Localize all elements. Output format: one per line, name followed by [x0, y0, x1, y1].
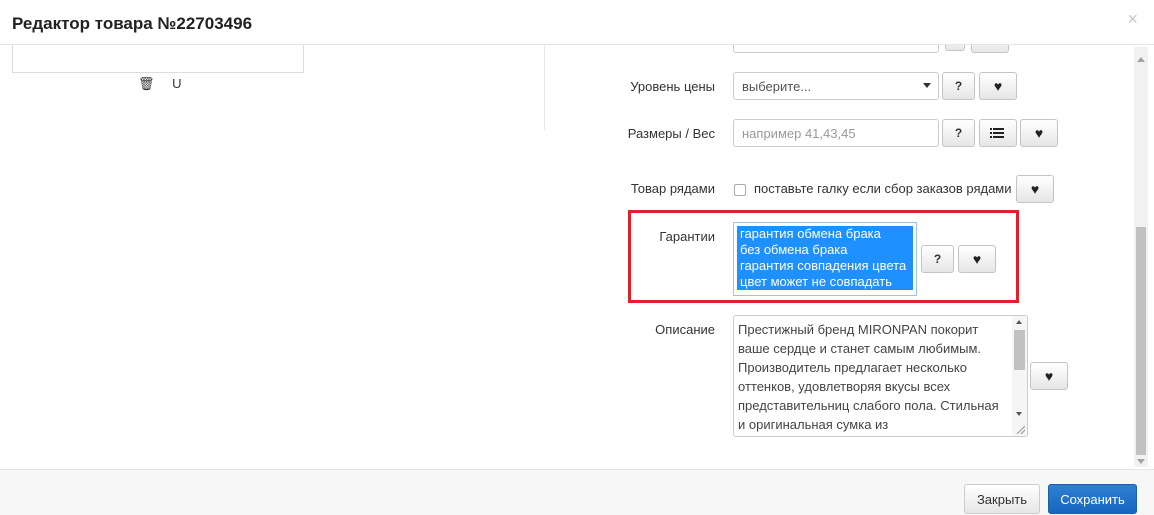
guarantee-option[interactable]: гарантия совпадения цвета [737, 258, 913, 274]
scroll-down-icon[interactable] [1016, 412, 1022, 416]
price-level-select[interactable]: выберите... [733, 72, 939, 100]
description-label: Описание [655, 322, 715, 337]
sizes-favorite-button[interactable]: ♥ [1020, 119, 1058, 147]
cropped-button[interactable] [971, 45, 1009, 53]
modal-title: Редактор товара №22703496 [12, 14, 253, 33]
description-line: ваше сердце и станет самым любимым. [738, 341, 982, 356]
scrollbar-thumb[interactable] [1014, 330, 1025, 370]
scroll-down-icon[interactable] [1137, 459, 1145, 464]
guarantees-favorite-button[interactable]: ♥ [958, 245, 996, 273]
sizes-label: Размеры / Вес [627, 126, 715, 141]
modal-body: • 🗑 U Уровень цены выберите... ? ♥ Разме… [0, 45, 1154, 469]
description-line: Престижный бренд MIRONPAN покорит [738, 322, 979, 337]
rows-label: Товар рядами [630, 181, 715, 196]
list-icon [989, 128, 1004, 138]
sizes-help-button[interactable]: ? [942, 119, 975, 147]
description-line: представительниц слабого пола. Стильная [738, 398, 999, 413]
price-level-help-button[interactable]: ? [942, 72, 975, 100]
price-level-value: выберите... [742, 79, 812, 94]
heart-icon: ♥ [972, 251, 982, 267]
heart-icon: ♥ [1044, 368, 1054, 384]
save-button[interactable]: Сохранить [1048, 484, 1137, 514]
chevron-down-icon [923, 83, 931, 88]
description-textarea[interactable]: Престижный бренд MIRONPAN покорит ваше с… [733, 315, 1028, 437]
sizes-list-button[interactable] [979, 119, 1017, 147]
guarantee-option[interactable]: без обмена брака [737, 242, 913, 258]
page-scrollbar[interactable] [1134, 47, 1148, 467]
scrollbar-thumb[interactable] [1136, 227, 1146, 455]
description-scrollbar[interactable] [1012, 316, 1027, 436]
guarantees-label: Гарантии [659, 229, 715, 244]
product-image-box: • [12, 45, 304, 73]
rows-checkbox-text: поставьте галку если сбор заказов рядами [754, 181, 1012, 196]
close-icon[interactable]: × [1127, 9, 1138, 30]
description-line: оттенков, удовлетворяя вкусы всех [738, 379, 951, 394]
image-tools: 🗑 U [138, 76, 196, 92]
sizes-input[interactable]: например 41,43,45 [733, 119, 939, 147]
price-level-label: Уровень цены [630, 79, 715, 94]
rows-checkbox[interactable] [734, 184, 746, 196]
description-text: Престижный бренд MIRONPAN покорит ваше с… [738, 320, 1010, 434]
guarantees-multiselect[interactable]: гарантия обмена брака без обмена брака г… [733, 222, 917, 296]
heart-icon: ♥ [1034, 125, 1044, 141]
rows-favorite-button[interactable]: ♥ [1016, 175, 1054, 203]
scroll-up-icon[interactable] [1016, 320, 1022, 324]
close-button[interactable]: Закрыть [964, 484, 1040, 514]
scroll-up-icon[interactable] [1137, 57, 1145, 62]
modal-header: Редактор товара №22703496 × [0, 0, 1154, 45]
price-level-favorite-button[interactable]: ♥ [979, 72, 1017, 100]
heart-icon: ♥ [993, 78, 1003, 94]
guarantees-help-button[interactable]: ? [921, 245, 954, 273]
delete-icon[interactable]: 🗑 [138, 76, 155, 92]
resize-grip-icon[interactable] [1017, 426, 1025, 434]
cropped-input[interactable] [733, 45, 939, 53]
description-favorite-button[interactable]: ♥ [1030, 362, 1068, 390]
description-line: и оригинальная сумка из [738, 417, 889, 432]
modal-footer: Закрыть Сохранить [0, 469, 1154, 515]
guarantee-option[interactable]: цвет может не совпадать [737, 274, 913, 290]
magnet-icon[interactable]: U [172, 76, 181, 91]
heart-icon: ♥ [1030, 181, 1040, 197]
description-line: Производитель предлагает несколько [738, 360, 967, 375]
cropped-button[interactable] [945, 45, 965, 51]
guarantee-option[interactable]: гарантия обмена брака [737, 226, 913, 242]
